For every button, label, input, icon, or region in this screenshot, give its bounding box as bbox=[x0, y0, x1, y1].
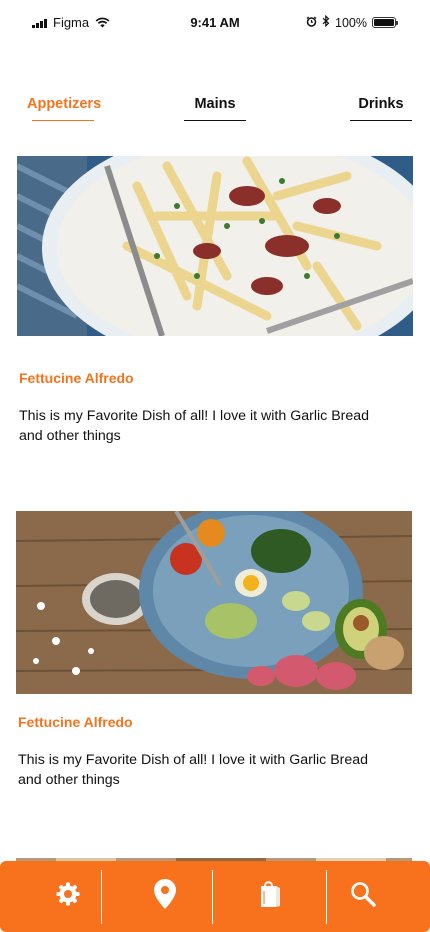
nav-divider bbox=[326, 870, 328, 924]
card-description: This is my Favorite Dish of all! I love … bbox=[18, 752, 369, 788]
bluetooth-icon bbox=[322, 14, 330, 30]
tab-underline bbox=[184, 119, 246, 121]
shopping-button[interactable] bbox=[214, 861, 326, 932]
shopping-bag-icon bbox=[258, 879, 282, 914]
tab-appetizers[interactable]: Appetizers bbox=[27, 96, 102, 121]
tab-label: Appetizers bbox=[27, 96, 102, 112]
search-icon bbox=[349, 880, 377, 913]
tab-label: Mains bbox=[194, 96, 236, 112]
status-bar: Figma 9:41 AM 100% bbox=[0, 0, 430, 44]
nav-divider bbox=[101, 870, 103, 924]
tab-underline bbox=[350, 119, 412, 121]
location-pin-icon bbox=[154, 879, 176, 914]
settings-button[interactable] bbox=[34, 861, 102, 932]
tab-underline bbox=[32, 119, 94, 121]
search-button[interactable] bbox=[328, 861, 398, 932]
card-description: This is my Favorite Dish of all! I love … bbox=[19, 408, 370, 444]
battery-percent: 100% bbox=[335, 15, 367, 30]
tab-mains[interactable]: Mains bbox=[184, 96, 246, 121]
card-title[interactable]: Fettucine Alfredo bbox=[19, 370, 134, 386]
bottom-nav bbox=[0, 861, 430, 932]
tab-label: Drinks bbox=[358, 96, 404, 112]
alarm-icon bbox=[306, 16, 317, 30]
gear-icon bbox=[55, 881, 81, 912]
card-title[interactable]: Fettucine Alfredo bbox=[18, 714, 133, 730]
dish-photo-fries[interactable] bbox=[17, 156, 413, 336]
battery-icon bbox=[372, 17, 398, 28]
location-button[interactable] bbox=[120, 861, 210, 932]
nav-divider bbox=[212, 870, 214, 924]
dish-photo-salad[interactable] bbox=[16, 511, 412, 694]
status-right: 100% bbox=[306, 14, 398, 30]
tab-drinks[interactable]: Drinks bbox=[350, 96, 412, 121]
